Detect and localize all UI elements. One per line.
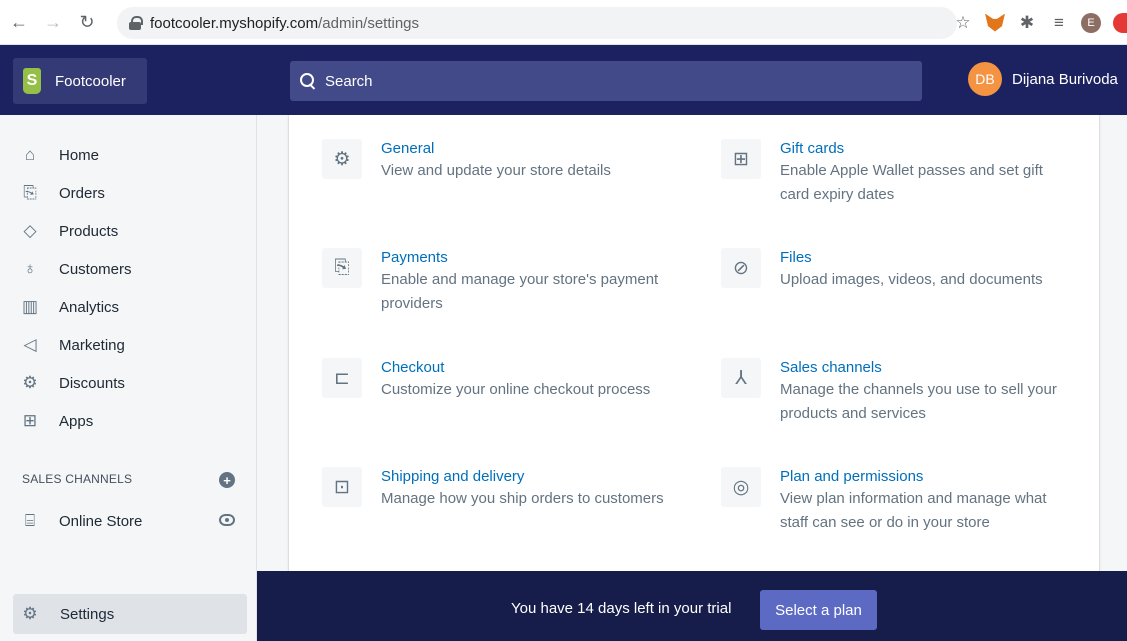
plan-icon: ◎ [721,467,761,507]
gear-icon: ⚙ [322,139,362,179]
tile-title[interactable]: Shipping and delivery [381,467,671,487]
sidebar-item-label: Online Store [59,512,143,530]
gear-icon: ⚙ [22,604,38,623]
sidebar-item-analytics[interactable]: ▥ Analytics [20,291,119,323]
settings-tile-plan[interactable]: ◎ Plan and permissions View plan informa… [721,467,1091,535]
forward-arrow-icon[interactable]: → [42,11,64,33]
user-menu[interactable]: DB Dijana Burivoda [968,62,1118,96]
gift-icon: ⊞ [721,139,761,179]
tile-title[interactable]: Sales channels [780,358,1070,378]
tile-title[interactable]: Payments [381,248,671,268]
sidebar-item-label: Products [59,222,119,240]
trial-banner: You have 14 days left in your trial Sele… [257,571,1127,641]
settings-tile-general[interactable]: ⚙ General View and update your store det… [322,139,692,183]
tile-description: Customize your online checkout process [381,381,651,398]
sidebar-item-label: Customers [59,260,132,278]
sidebar: ⌂ Home ⎘ Orders ◇ Products ♁ Customers ▥… [0,115,257,641]
address-bar[interactable]: footcooler.myshopify.com/admin/settings [117,7,957,39]
lock-icon [129,16,143,30]
channels-icon: ⅄ [721,358,761,398]
paperclip-icon: ⊘ [721,248,761,288]
settings-card: ⚙ General View and update your store det… [289,115,1099,575]
user-name: Dijana Burivoda [1012,70,1118,88]
settings-tile-files[interactable]: ⊘ Files Upload images, videos, and docum… [721,248,1091,292]
sidebar-item-label: Analytics [59,298,120,316]
tile-description: Enable Apple Wallet passes and set gift … [780,162,1043,203]
sidebar-item-label: Marketing [59,336,125,354]
sidebar-item-orders[interactable]: ⎘ Orders [20,177,105,209]
tile-title[interactable]: Checkout [381,358,671,378]
tile-title[interactable]: General [381,139,671,159]
sidebar-item-label: Settings [60,605,115,623]
sidebar-item-label: Orders [59,184,105,202]
sidebar-item-label: Apps [59,412,94,430]
tile-title[interactable]: Gift cards [780,139,1070,159]
sidebar-item-home[interactable]: ⌂ Home [20,139,99,171]
sidebar-item-discounts[interactable]: ⚙ Discounts [20,367,125,399]
truck-icon: ⊡ [322,467,362,507]
puzzle-icon[interactable]: ✱ [1017,13,1037,33]
storefront-icon: ⌸ [24,511,36,530]
tile-title[interactable]: Files [780,248,1070,268]
tile-title[interactable]: Plan and permissions [780,467,1070,487]
add-channel-plus-icon[interactable]: + [219,472,235,488]
settings-tile-checkout[interactable]: ⊏ Checkout Customize your online checkou… [322,358,692,402]
star-icon[interactable]: ☆ [953,13,973,33]
metamask-fox-icon[interactable] [985,13,1005,32]
reading-list-icon[interactable]: ≡ [1049,13,1069,33]
sidebar-item-marketing[interactable]: ◁ Marketing [20,329,125,361]
search-label: Search [325,72,373,90]
browser-extensions: ☆ ✱ ≡ E [953,0,1127,45]
apps-icon: ⊞ [22,411,38,430]
cart-icon: ⊏ [322,358,362,398]
bar-chart-icon: ▥ [21,297,39,316]
tile-description: Manage how you ship orders to customers [381,490,664,507]
browser-toolbar: ← → ↻ footcooler.myshopify.com/admin/set… [0,0,1127,45]
sidebar-item-customers[interactable]: ♁ Customers [20,253,132,285]
back-arrow-icon[interactable]: ← [8,11,30,33]
sidebar-item-online-store[interactable]: ⌸ Online Store [20,505,143,537]
sidebar-item-products[interactable]: ◇ Products [20,215,118,247]
home-icon: ⌂ [24,145,36,164]
person-icon: ♁ [23,259,37,278]
megaphone-icon: ◁ [23,335,37,354]
discount-icon: ⚙ [22,373,38,392]
reload-icon[interactable]: ↻ [76,11,98,33]
profile-e-icon[interactable]: E [1081,12,1101,33]
tile-description: Enable and manage your store's payment p… [381,271,659,312]
payment-icon: ⎘ [322,248,362,288]
tile-description: View and update your store details [381,162,611,179]
sidebar-item-label: Home [59,146,100,164]
store-switcher[interactable]: S Footcooler [13,58,147,104]
shopify-bag-icon: S [23,68,41,94]
settings-tile-sales-channels[interactable]: ⅄ Sales channels Manage the channels you… [721,358,1091,426]
tile-description: Upload images, videos, and documents [780,271,1043,288]
sidebar-item-label: Discounts [59,374,125,392]
eye-icon[interactable] [219,514,235,526]
search-input[interactable]: Search [290,61,922,101]
select-plan-button[interactable]: Select a plan [760,590,877,630]
sidebar-item-apps[interactable]: ⊞ Apps [20,405,93,437]
store-name: Footcooler [55,72,126,90]
settings-tile-payments[interactable]: ⎘ Payments Enable and manage your store'… [322,248,692,316]
tag-icon: ◇ [23,221,37,240]
avatar: DB [968,62,1002,96]
sales-channels-heading: SALES CHANNELS [22,472,133,486]
tile-description: View plan information and manage what st… [780,490,1047,531]
trial-message: You have 14 days left in your trial [511,600,732,617]
settings-tile-gift-cards[interactable]: ⊞ Gift cards Enable Apple Wallet passes … [721,139,1091,207]
tile-description: Manage the channels you use to sell your… [780,381,1057,422]
admin-topbar: S Footcooler Search DB Dijana Burivoda [0,45,1127,115]
sidebar-item-settings[interactable]: ⚙ Settings [13,594,247,634]
url-text: footcooler.myshopify.com/admin/settings [150,14,420,32]
search-icon [300,73,316,89]
settings-tile-shipping[interactable]: ⊡ Shipping and delivery Manage how you s… [322,467,692,511]
extension-red-icon[interactable] [1113,12,1127,33]
orders-icon: ⎘ [23,183,37,202]
